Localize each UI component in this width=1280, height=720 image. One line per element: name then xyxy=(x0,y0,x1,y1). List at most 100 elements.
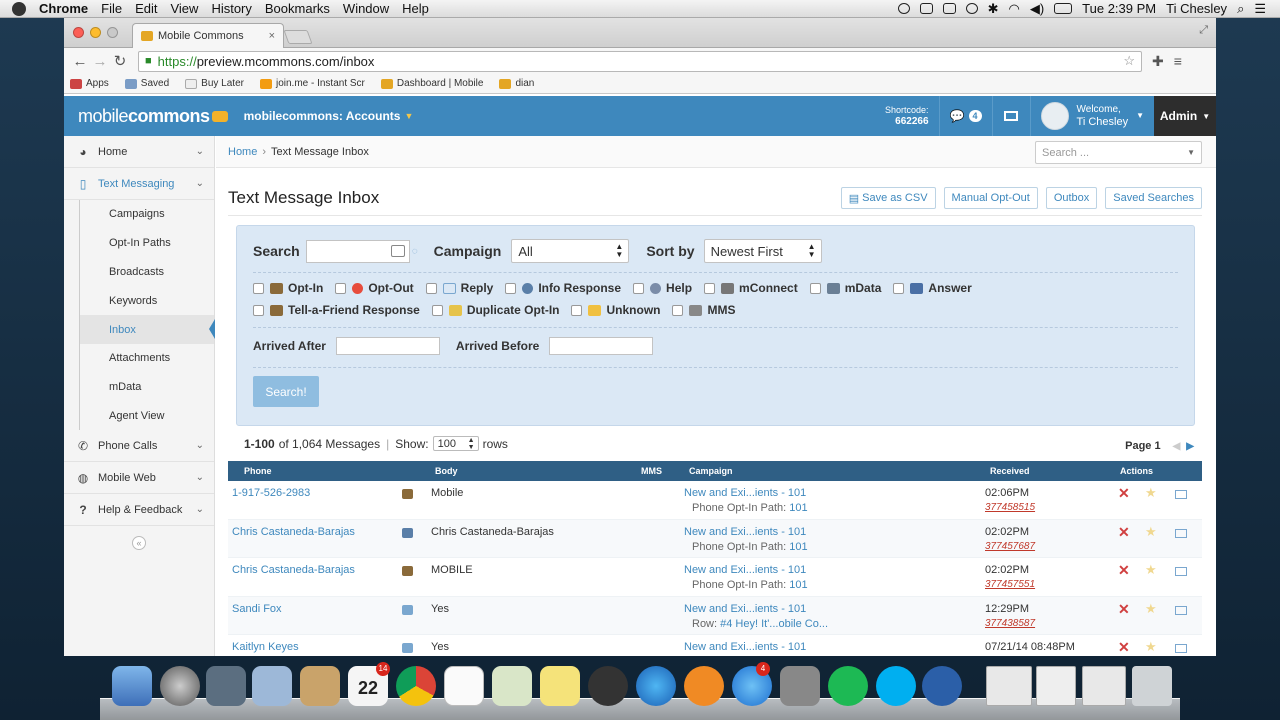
sidebar-item-home[interactable]: ◕ Home ⌄ xyxy=(64,136,214,168)
facetime-icon[interactable] xyxy=(588,666,628,706)
campaign-link[interactable]: New and Exi...ients - 101 xyxy=(684,641,806,653)
manual-opt-out-button[interactable]: Manual Opt-Out xyxy=(943,187,1038,209)
arrived-before-input[interactable] xyxy=(549,337,654,355)
checkbox[interactable] xyxy=(893,282,905,294)
photo-booth-icon[interactable] xyxy=(206,666,246,706)
checkbox[interactable] xyxy=(633,282,645,294)
outbox-button[interactable]: Outbox xyxy=(1045,187,1098,209)
envelope-icon[interactable] xyxy=(1175,567,1187,576)
campaign-sub-link[interactable]: 101 xyxy=(789,541,807,553)
sidebar-item-help[interactable]: ? Help & Feedback ⌄ xyxy=(64,494,214,527)
delete-x-icon[interactable]: ✕ xyxy=(1118,639,1130,656)
bookmark-dian[interactable]: dian xyxy=(499,78,534,89)
phone-link[interactable]: Sandi Fox xyxy=(232,603,282,615)
ibooks-icon[interactable] xyxy=(684,666,724,706)
volume-icon[interactable]: ◀) xyxy=(1030,1,1044,17)
envelope-icon[interactable] xyxy=(1175,528,1187,538)
campaign-link[interactable]: New and Exi...ients - 101 xyxy=(684,564,806,576)
delete-x-icon[interactable]: ✕ xyxy=(1118,601,1130,618)
minimize-window-button[interactable] xyxy=(90,27,101,38)
campaign-sub-link[interactable]: #4 Hey! It'...obile Co... xyxy=(720,618,828,630)
star-icon[interactable]: ★ xyxy=(1145,485,1157,501)
sidebar-item-opt-in-paths[interactable]: Opt-In Paths xyxy=(79,228,214,258)
star-icon[interactable]: ★ xyxy=(1145,562,1157,578)
checkbox[interactable] xyxy=(571,304,583,316)
rows-per-page-select[interactable]: 100 ▲ ▼ xyxy=(432,436,479,451)
menu-bookmarks[interactable]: Bookmarks xyxy=(265,1,330,16)
filter-opt-in[interactable]: Opt-In xyxy=(253,281,323,295)
checkbox[interactable] xyxy=(431,304,443,316)
account-switcher[interactable]: mobilecommons: Accounts ▼ xyxy=(244,109,414,123)
monitor-button[interactable] xyxy=(991,96,1030,136)
menu-app-name[interactable]: Chrome xyxy=(39,1,88,16)
message-id-link[interactable]: 377457687 xyxy=(985,541,1035,552)
stickies-icon[interactable] xyxy=(540,666,580,706)
campaign-select[interactable]: All ▲ ▼ xyxy=(511,239,630,263)
column-phone[interactable]: Phone xyxy=(244,466,272,476)
skype-icon[interactable] xyxy=(876,666,916,706)
bluetooth-icon[interactable]: ✱ xyxy=(988,1,999,17)
breadcrumb-home-link[interactable]: Home xyxy=(228,146,257,158)
dropbox-icon[interactable] xyxy=(919,3,933,14)
filter-opt-out[interactable]: Opt-Out xyxy=(335,281,414,295)
checkbox[interactable] xyxy=(425,282,437,294)
filter-info-response[interactable]: Info Response xyxy=(505,281,621,295)
menu-edit[interactable]: Edit xyxy=(135,1,157,16)
save-as-csv-button[interactable]: ▤ Save as CSV xyxy=(840,187,936,209)
filter-mconnect[interactable]: mConnect xyxy=(704,281,798,295)
sidebar-item-keywords[interactable]: Keywords xyxy=(79,286,214,316)
saved-searches-button[interactable]: Saved Searches xyxy=(1105,187,1202,209)
mobilecommons-logo[interactable]: mobile commons xyxy=(78,106,228,127)
delete-x-icon[interactable]: ✕ xyxy=(1118,562,1130,579)
mail-icon[interactable] xyxy=(252,666,292,706)
filter-help[interactable]: Help xyxy=(633,281,692,295)
search-submit-button[interactable]: Search! xyxy=(253,376,319,407)
campaign-sub-link[interactable]: 101 xyxy=(789,579,807,591)
messages-button[interactable]: 💬 4 xyxy=(938,96,992,136)
envelope-icon[interactable] xyxy=(1175,605,1187,615)
new-tab-button[interactable] xyxy=(283,30,313,44)
filter-unknown[interactable]: Unknown xyxy=(571,303,660,317)
filter-mms[interactable]: MMS xyxy=(672,303,735,317)
filter-answer[interactable]: Answer xyxy=(893,281,972,295)
phone-link[interactable]: Kaitlyn Keyes xyxy=(232,641,299,653)
delete-x-icon[interactable]: ✕ xyxy=(1118,524,1130,541)
timemachine-icon[interactable] xyxy=(965,3,978,14)
menu-window[interactable]: Window xyxy=(343,1,389,16)
bookmark-buy-later[interactable]: Buy Later xyxy=(185,78,244,89)
column-campaign[interactable]: Campaign xyxy=(689,466,733,476)
notification-center-icon[interactable]: ☰ xyxy=(1254,1,1266,17)
message-id-link[interactable]: 377457551 xyxy=(985,579,1035,590)
close-window-button[interactable] xyxy=(73,27,84,38)
apple-icon[interactable] xyxy=(12,1,26,16)
zoom-window-button[interactable] xyxy=(107,27,118,38)
forward-arrow-icon[interactable]: → xyxy=(90,53,110,70)
battery-icon[interactable] xyxy=(1054,3,1073,14)
checkbox[interactable] xyxy=(704,282,716,294)
checkbox[interactable] xyxy=(253,282,264,294)
wifi-icon[interactable]: ◠ xyxy=(1009,1,1020,17)
reload-icon[interactable]: ↻ xyxy=(110,52,130,70)
checkbox[interactable] xyxy=(672,304,684,316)
message-id-link[interactable]: 377438587 xyxy=(985,618,1035,629)
search-input[interactable] xyxy=(305,239,410,263)
column-body[interactable]: Body xyxy=(435,466,458,476)
back-arrow-icon[interactable]: ← xyxy=(70,53,90,70)
menu-history[interactable]: History xyxy=(211,1,251,16)
filter-reply[interactable]: Reply xyxy=(425,281,493,295)
address-bar[interactable]: ■ https://preview.mcommons.com/inbox ☆ xyxy=(138,50,1142,72)
bookmark-star-icon[interactable]: ☆ xyxy=(1123,53,1135,69)
collapse-sidebar-button[interactable]: « xyxy=(132,536,146,551)
menu-view[interactable]: View xyxy=(170,1,198,16)
tab-close-icon[interactable]: × xyxy=(269,30,275,42)
minimized-window-thumbnail[interactable] xyxy=(986,666,1032,706)
campaign-link[interactable]: New and Exi...ients - 101 xyxy=(684,526,806,538)
sidebar-item-broadcasts[interactable]: Broadcasts xyxy=(79,257,214,287)
bookmark-joinme[interactable]: join.me - Instant Scr xyxy=(259,78,365,89)
sidebar-item-attachments[interactable]: Attachments xyxy=(79,343,214,373)
sidebar-item-mdata[interactable]: mData xyxy=(79,372,214,402)
clock[interactable]: Tue 2:39 PM xyxy=(1082,1,1156,16)
bookmark-apps[interactable]: Apps xyxy=(70,78,109,89)
column-received[interactable]: Received xyxy=(990,466,1030,476)
campaign-sub-link[interactable]: 101 xyxy=(789,502,807,514)
